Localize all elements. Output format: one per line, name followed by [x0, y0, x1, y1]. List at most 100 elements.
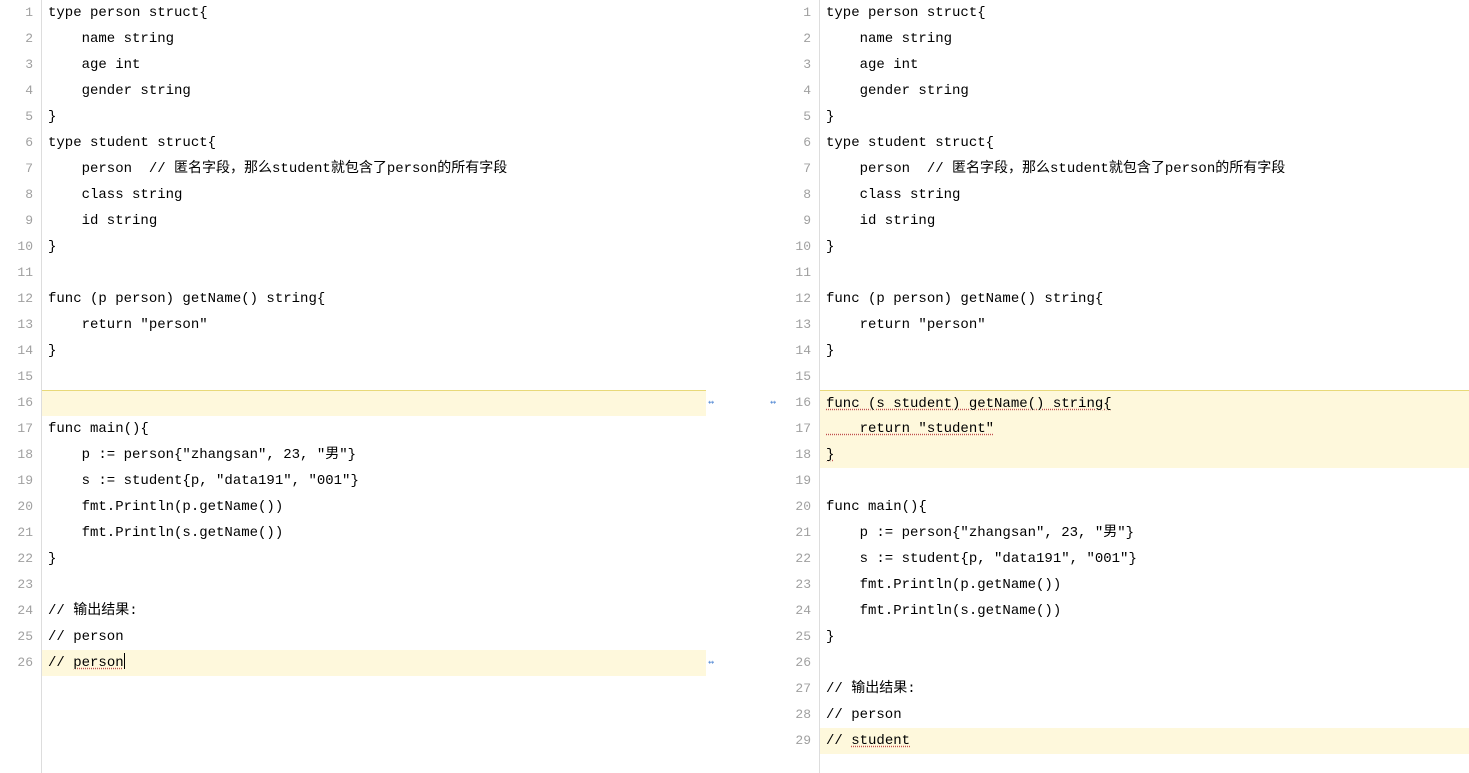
code-line[interactable]: func main(){: [820, 494, 1469, 520]
line-number: 19: [0, 468, 33, 494]
code-line[interactable]: [820, 260, 1469, 286]
code-line[interactable]: person // 匿名字段，那么student就包含了person的所有字段: [42, 156, 706, 182]
code-line[interactable]: s := student{p, "data191", "001"}: [820, 546, 1469, 572]
code-line[interactable]: class string: [42, 182, 706, 208]
code-line[interactable]: // 输出结果:: [820, 676, 1469, 702]
line-number: 21: [0, 520, 33, 546]
code-line[interactable]: type person struct{: [42, 0, 706, 26]
line-number: 9: [778, 208, 811, 234]
line-number: 25: [778, 624, 811, 650]
code-line[interactable]: }: [820, 624, 1469, 650]
line-number: 17: [0, 416, 33, 442]
line-number: 9: [0, 208, 33, 234]
line-number: 10: [778, 234, 811, 260]
code-line[interactable]: // person: [820, 702, 1469, 728]
code-line[interactable]: name string: [820, 26, 1469, 52]
code-line[interactable]: return "person": [42, 312, 706, 338]
line-number: 26: [778, 650, 811, 676]
code-line[interactable]: func (p person) getName() string{: [820, 286, 1469, 312]
line-number: 4: [778, 78, 811, 104]
code-line[interactable]: // person: [42, 650, 706, 676]
code-line[interactable]: [42, 572, 706, 598]
line-number: 13: [0, 312, 33, 338]
line-number: 27: [778, 676, 811, 702]
code-line[interactable]: }: [42, 234, 706, 260]
code-line[interactable]: fmt.Println(s.getName()): [42, 520, 706, 546]
line-number: 22: [0, 546, 33, 572]
code-line[interactable]: [42, 364, 706, 390]
line-number: 3: [0, 52, 33, 78]
line-number: 24: [0, 598, 33, 624]
line-number: 15: [778, 364, 811, 390]
right-editor-pane: 1234567891011121314151617181920212223242…: [778, 0, 1469, 773]
diff-text: return "student": [826, 421, 994, 437]
right-gutter: 1234567891011121314151617181920212223242…: [778, 0, 820, 773]
diff-text: student: [851, 733, 910, 749]
left-editor-pane: 1234567891011121314151617181920212223242…: [0, 0, 706, 773]
code-line[interactable]: [42, 390, 706, 416]
line-number: 29: [778, 728, 811, 754]
line-number: 6: [778, 130, 811, 156]
code-line[interactable]: age int: [42, 52, 706, 78]
code-line[interactable]: }: [42, 546, 706, 572]
line-number: 16: [0, 390, 33, 416]
diff-text: person: [73, 655, 123, 671]
code-line[interactable]: age int: [820, 52, 1469, 78]
code-line[interactable]: type student struct{: [42, 130, 706, 156]
code-line[interactable]: fmt.Println(s.getName()): [820, 598, 1469, 624]
line-number: 20: [778, 494, 811, 520]
code-line[interactable]: }: [820, 442, 1469, 468]
code-text: //: [826, 733, 851, 749]
code-line[interactable]: [42, 260, 706, 286]
code-line[interactable]: }: [820, 338, 1469, 364]
code-line[interactable]: return "student": [820, 416, 1469, 442]
code-line[interactable]: class string: [820, 182, 1469, 208]
code-line[interactable]: }: [42, 338, 706, 364]
line-number: 28: [778, 702, 811, 728]
line-number: 2: [778, 26, 811, 52]
right-code-area[interactable]: type person struct{ name string age int …: [820, 0, 1469, 773]
code-line[interactable]: // 输出结果:: [42, 598, 706, 624]
code-line[interactable]: [820, 650, 1469, 676]
diff-spacer: ↭ ↭ ↭: [706, 0, 778, 773]
code-line[interactable]: fmt.Println(p.getName()): [820, 572, 1469, 598]
line-number: 20: [0, 494, 33, 520]
code-line[interactable]: }: [820, 234, 1469, 260]
code-line[interactable]: id string: [42, 208, 706, 234]
code-line[interactable]: // student: [820, 728, 1469, 754]
code-line[interactable]: type person struct{: [820, 0, 1469, 26]
code-line[interactable]: fmt.Println(p.getName()): [42, 494, 706, 520]
text-caret: [124, 653, 125, 669]
code-line[interactable]: func (s student) getName() string{: [820, 390, 1469, 416]
line-number: 23: [0, 572, 33, 598]
code-line[interactable]: name string: [42, 26, 706, 52]
spacer-left-col: ↭ ↭: [706, 0, 722, 773]
line-number: 11: [778, 260, 811, 286]
code-line[interactable]: func (p person) getName() string{: [42, 286, 706, 312]
line-number: 15: [0, 364, 33, 390]
line-number: 12: [0, 286, 33, 312]
code-line[interactable]: return "person": [820, 312, 1469, 338]
left-code-area[interactable]: type person struct{ name string age int …: [42, 0, 706, 773]
code-line[interactable]: }: [820, 104, 1469, 130]
code-line[interactable]: id string: [820, 208, 1469, 234]
code-line[interactable]: s := student{p, "data191", "001"}: [42, 468, 706, 494]
code-line[interactable]: func main(){: [42, 416, 706, 442]
code-line[interactable]: p := person{"zhangsan", 23, "男"}: [820, 520, 1469, 546]
line-number: 23: [778, 572, 811, 598]
code-line[interactable]: [820, 468, 1469, 494]
line-number: 22: [778, 546, 811, 572]
line-number: 6: [0, 130, 33, 156]
code-line[interactable]: }: [42, 104, 706, 130]
code-line[interactable]: gender string: [820, 78, 1469, 104]
line-number: 26: [0, 650, 33, 676]
line-number: 18: [0, 442, 33, 468]
code-line[interactable]: person // 匿名字段，那么student就包含了person的所有字段: [820, 156, 1469, 182]
code-line[interactable]: p := person{"zhangsan", 23, "男"}: [42, 442, 706, 468]
code-line[interactable]: type student struct{: [820, 130, 1469, 156]
line-number: 5: [778, 104, 811, 130]
line-number: 16: [778, 390, 811, 416]
code-line[interactable]: // person: [42, 624, 706, 650]
code-line[interactable]: gender string: [42, 78, 706, 104]
code-line[interactable]: [820, 364, 1469, 390]
